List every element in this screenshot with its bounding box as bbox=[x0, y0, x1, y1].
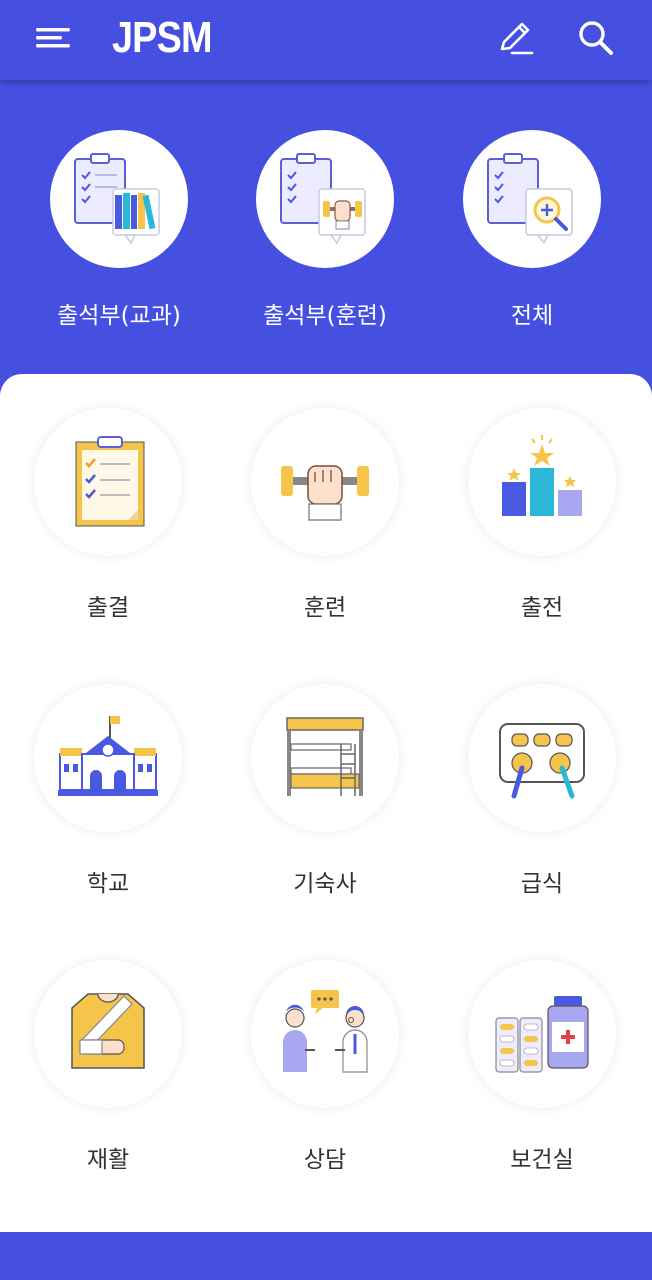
menu-icon-circle bbox=[251, 960, 399, 1108]
hero-icon-circle bbox=[256, 130, 394, 268]
menu-icon-circle bbox=[34, 684, 182, 832]
menu-item-school[interactable]: 학교 bbox=[8, 650, 208, 910]
attendance-all-button[interactable]: 전체 bbox=[442, 130, 622, 330]
menu-label: 기숙사 bbox=[293, 871, 357, 897]
menu-item-rehab[interactable]: 재활 bbox=[8, 926, 208, 1186]
edit-button[interactable] bbox=[494, 16, 538, 60]
menu-button[interactable] bbox=[30, 18, 78, 58]
top-app-bar: JPSM bbox=[0, 0, 652, 80]
menu-item-training[interactable]: 훈련 bbox=[225, 374, 425, 634]
menu-icon-circle bbox=[468, 684, 616, 832]
podium-icon bbox=[502, 435, 582, 516]
app-title: JPSM bbox=[112, 13, 212, 62]
pencil-icon bbox=[500, 22, 534, 55]
menu-label: 급식 bbox=[520, 871, 564, 897]
menu-icon-circle bbox=[34, 960, 182, 1108]
hero-icon-circle bbox=[463, 130, 601, 268]
quick-access-section: 출석부(교과) 출석부(훈련) 전체 bbox=[0, 80, 652, 380]
hero-label: 출석부(훈련) bbox=[263, 303, 387, 329]
hamburger-icon bbox=[36, 28, 70, 48]
counseling-icon bbox=[283, 990, 368, 1073]
meal-tray-icon bbox=[499, 723, 585, 799]
bottom-bar bbox=[0, 1232, 652, 1280]
menu-icon-circle bbox=[468, 960, 616, 1108]
menu-label: 보건실 bbox=[510, 1147, 574, 1173]
school-icon bbox=[58, 716, 158, 796]
menu-label: 재활 bbox=[86, 1147, 130, 1173]
menu-label: 훈련 bbox=[303, 595, 347, 621]
menu-label: 학교 bbox=[86, 871, 130, 897]
menu-item-counseling[interactable]: 상담 bbox=[225, 926, 425, 1186]
menu-icon-circle bbox=[468, 408, 616, 556]
attendance-training-button[interactable]: 출석부(훈련) bbox=[235, 130, 415, 330]
main-menu-panel: 출결 훈련 출전 학교 기숙사 급식 재활 상담 보건실 bbox=[0, 374, 652, 1232]
menu-icon-circle bbox=[251, 684, 399, 832]
menu-label: 상담 bbox=[303, 1147, 347, 1173]
menu-item-infirmary[interactable]: 보건실 bbox=[442, 926, 642, 1186]
clipboard-magnifier-icon bbox=[487, 153, 573, 245]
hero-icon-circle bbox=[50, 130, 188, 268]
search-icon bbox=[579, 21, 613, 55]
menu-label: 출결 bbox=[86, 595, 130, 621]
clipboard-dumbbell-icon bbox=[280, 153, 366, 245]
hero-label: 전체 bbox=[510, 303, 554, 329]
menu-item-dormitory[interactable]: 기숙사 bbox=[225, 650, 425, 910]
attendance-subject-button[interactable]: 출석부(교과) bbox=[29, 130, 209, 330]
hero-label: 출석부(교과) bbox=[57, 303, 181, 329]
menu-icon-circle bbox=[34, 408, 182, 556]
search-button[interactable] bbox=[574, 16, 618, 60]
menu-item-meal[interactable]: 급식 bbox=[442, 650, 642, 910]
menu-icon-circle bbox=[251, 408, 399, 556]
checklist-clipboard-icon bbox=[75, 436, 145, 527]
menu-item-competition[interactable]: 출전 bbox=[442, 374, 642, 634]
dumbbell-fist-icon bbox=[281, 465, 369, 521]
bunk-bed-icon bbox=[286, 717, 364, 796]
menu-label: 출전 bbox=[520, 595, 564, 621]
clipboard-books-icon bbox=[74, 153, 160, 245]
menu-item-attendance[interactable]: 출결 bbox=[8, 374, 208, 634]
medicine-icon bbox=[495, 996, 589, 1073]
arm-sling-icon bbox=[71, 993, 145, 1069]
